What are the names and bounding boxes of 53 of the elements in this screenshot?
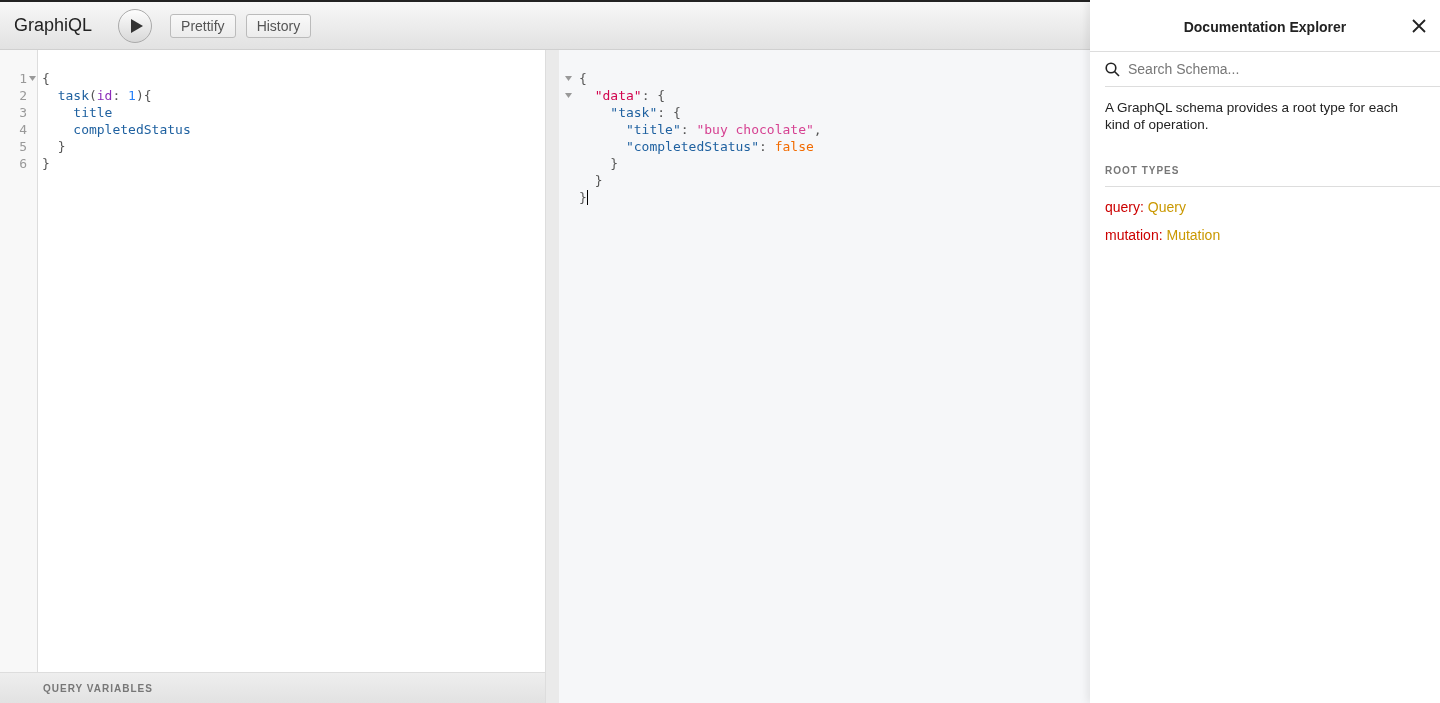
code-key: "title" (579, 121, 681, 138)
play-icon (129, 17, 144, 34)
fold-arrow-icon[interactable] (564, 76, 572, 81)
line-number: 5 (19, 139, 27, 154)
type-link[interactable]: Query (1147, 199, 1186, 215)
toolbar-button[interactable]: History (245, 13, 312, 38)
line-number: 1 (19, 71, 27, 86)
code-punctuation: , (813, 121, 822, 138)
line-number: 4 (19, 122, 27, 137)
close-button[interactable] (1412, 19, 1426, 33)
code-punctuation: } (42, 156, 50, 171)
code-punctuation: { (42, 71, 50, 86)
field-name: mutation: (1105, 227, 1163, 243)
code-punctuation: ){ (135, 88, 152, 103)
code-punctuation: : (759, 138, 768, 155)
code-number: 1 (128, 88, 136, 103)
line-number: 6 (19, 156, 27, 171)
code-punctuation: : (112, 88, 122, 103)
code-key: "data" (579, 87, 642, 104)
search-field[interactable]: Search Schema... (1126, 60, 1440, 78)
close-icon (1412, 19, 1426, 33)
code-punctuation: } (56, 139, 66, 154)
code-punctuation: : { (657, 104, 681, 121)
code-punctuation: : { (641, 87, 666, 104)
code-field: task (42, 88, 89, 103)
section-title: ROOT TYPES (1105, 165, 1440, 187)
code-field: title (42, 105, 113, 120)
run-button[interactable] (118, 8, 153, 43)
type-link[interactable]: Mutation (1166, 227, 1221, 243)
code-field: completedStatus (42, 122, 191, 137)
code-argument: id (96, 88, 113, 103)
code-punctuation: ( (88, 88, 97, 103)
code-punctuation: } (579, 189, 587, 206)
code-punctuation: } (593, 172, 603, 189)
code-key: "task" (579, 104, 658, 121)
toolbar-button[interactable]: Prettify (170, 13, 236, 38)
line-number: 2 (19, 88, 27, 103)
schema-description: A GraphQL schema provides a root type for each kind of operation. (1105, 99, 1399, 133)
code-key: "completedStatus" (579, 138, 759, 155)
query-variables-bar[interactable]: QUERY VARIABLES (0, 672, 545, 703)
search-icon (1105, 61, 1120, 77)
code-keyword: false (774, 138, 814, 155)
code-punctuation: } (609, 155, 619, 172)
code-punctuation: : (680, 121, 690, 138)
code-punctuation: { (579, 70, 587, 87)
panel-title: Documentation Explorer (1183, 18, 1347, 35)
code-string: "buy chocolate" (696, 121, 814, 138)
fold-arrow-icon[interactable] (564, 93, 572, 98)
line-number: 3 (19, 105, 27, 120)
text-cursor (586, 190, 588, 205)
field-name: query: (1105, 199, 1144, 215)
app-logo: GraphiQL (14, 15, 93, 36)
fold-arrow-icon[interactable] (28, 76, 36, 81)
